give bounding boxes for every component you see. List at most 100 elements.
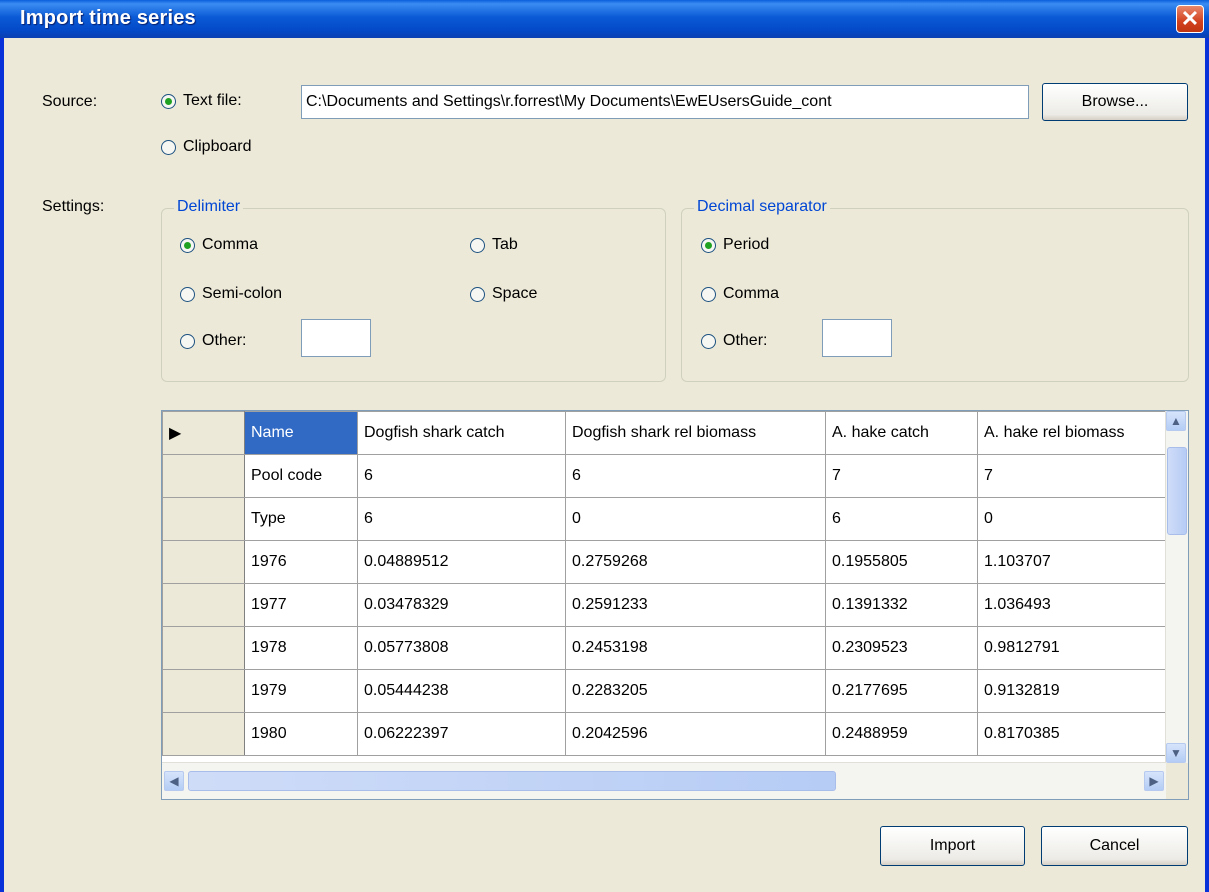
table-cell[interactable]: A. hake catch [825,411,978,455]
table-cell[interactable]: Dogfish shark catch [357,411,566,455]
delimiter-group-title: Delimiter [174,198,244,216]
table-cell[interactable]: 6 [357,454,566,498]
radio-selected-icon [161,93,176,109]
table-cell[interactable]: 1976 [244,540,358,584]
preview-grid[interactable]: ▶ Name Dogfish shark catch Dogfish shark… [161,410,1189,800]
decimal-other-radio[interactable]: Other: [701,332,767,350]
delimiter-space-radio[interactable]: Space [470,285,537,303]
title-bar[interactable]: Import time series ✕ [0,0,1209,38]
delimiter-option-label: Tab [492,236,518,253]
table-row: 1980 0.06222397 0.2042596 0.2488959 0.81… [162,712,1168,756]
table-cell[interactable]: A. hake rel biomass [977,411,1168,455]
file-path-field[interactable]: C:\Documents and Settings\r.forrest\My D… [301,85,1029,119]
table-cell[interactable]: 0.2488959 [825,712,978,756]
table-cell[interactable]: 0 [565,497,826,541]
decimal-option-label: Other: [723,332,768,349]
row-header[interactable] [162,669,245,713]
delimiter-option-label: Other: [202,332,247,349]
table-cell[interactable]: 0.05444238 [357,669,566,713]
table-row: 1979 0.05444238 0.2283205 0.2177695 0.91… [162,669,1168,713]
decimal-period-radio[interactable]: Period [701,236,769,254]
decimal-group-title: Decimal separator [694,198,830,216]
scroll-up-button[interactable]: ▲ [1166,411,1186,431]
table-cell[interactable]: 1.103707 [977,540,1168,584]
table-cell[interactable]: 0.2759268 [565,540,826,584]
vertical-scrollbar[interactable]: ▲ ▼ [1165,411,1188,763]
decimal-comma-radio[interactable]: Comma [701,285,779,303]
table-cell[interactable]: 1980 [244,712,358,756]
row-header[interactable] [162,540,245,584]
table-cell[interactable]: 0.2591233 [565,583,826,627]
table-cell[interactable]: 0.05773808 [357,626,566,670]
table-cell[interactable]: Type [244,497,358,541]
scrollbar-corner [1166,763,1188,799]
clipboard-radio[interactable]: Clipboard [161,138,251,156]
table-cell[interactable]: Pool code [244,454,358,498]
row-header[interactable] [162,454,245,498]
table-cell[interactable]: 6 [825,497,978,541]
table-cell[interactable]: 0.2177695 [825,669,978,713]
table-cell[interactable]: 0.2042596 [565,712,826,756]
import-button[interactable]: Import [880,826,1025,866]
table-cell[interactable]: 7 [825,454,978,498]
decimal-option-label: Comma [723,285,780,302]
table-cell[interactable]: 6 [357,497,566,541]
decimal-option-label: Period [723,236,770,253]
table-row: Pool code 6 6 7 7 [162,454,1168,498]
radio-unselected-icon [470,286,485,302]
table-cell[interactable]: 0.9132819 [977,669,1168,713]
delimiter-comma-radio[interactable]: Comma [180,236,258,254]
delimiter-other-radio[interactable]: Other: [180,332,246,350]
delimiter-other-input[interactable] [301,319,371,357]
row-header[interactable] [162,626,245,670]
table-cell[interactable]: 0.9812791 [977,626,1168,670]
row-header[interactable] [162,497,245,541]
cancel-button[interactable]: Cancel [1041,826,1188,866]
table-cell[interactable]: Dogfish shark rel biomass [565,411,826,455]
settings-label: Settings: [42,198,105,215]
table-row: 1978 0.05773808 0.2453198 0.2309523 0.98… [162,626,1168,670]
table-cell[interactable]: 0.03478329 [357,583,566,627]
table-cell[interactable]: 0.1955805 [825,540,978,584]
scroll-right-button[interactable]: ▶ [1144,771,1164,791]
preview-table: ▶ Name Dogfish shark catch Dogfish shark… [162,411,1168,756]
table-cell[interactable]: 0.2283205 [565,669,826,713]
table-cell[interactable]: 0.1391332 [825,583,978,627]
radio-unselected-icon [470,237,485,253]
close-button[interactable]: ✕ [1176,5,1204,33]
table-cell[interactable]: Name [244,411,358,455]
text-file-radio[interactable]: Text file: [161,92,242,110]
row-header[interactable] [162,712,245,756]
horizontal-scroll-thumb[interactable] [188,771,836,791]
table-cell[interactable]: 1.036493 [977,583,1168,627]
vertical-scroll-thumb[interactable] [1167,447,1187,535]
current-row-icon: ▶ [169,425,182,442]
table-cell[interactable]: 1978 [244,626,358,670]
table-cell[interactable]: 0.2309523 [825,626,978,670]
horizontal-scrollbar[interactable]: ◀ ▶ [162,762,1166,799]
row-header[interactable] [162,583,245,627]
table-cell[interactable]: 0.06222397 [357,712,566,756]
decimal-other-input[interactable] [822,319,892,357]
delimiter-option-label: Semi-colon [202,285,283,302]
window-title: Import time series [20,7,196,29]
table-cell[interactable]: 7 [977,454,1168,498]
delimiter-semicolon-radio[interactable]: Semi-colon [180,285,282,303]
radio-unselected-icon [701,333,716,349]
browse-button[interactable]: Browse... [1042,83,1188,121]
table-cell[interactable]: 6 [565,454,826,498]
table-cell[interactable]: 0.2453198 [565,626,826,670]
row-header-current[interactable]: ▶ [162,411,245,455]
radio-selected-icon [180,237,195,253]
radio-unselected-icon [180,333,195,349]
delimiter-tab-radio[interactable]: Tab [470,236,518,254]
table-cell[interactable]: 0.8170385 [977,712,1168,756]
table-cell[interactable]: 1979 [244,669,358,713]
radio-selected-icon [701,237,716,253]
table-cell[interactable]: 0 [977,497,1168,541]
radio-unselected-icon [161,139,176,155]
table-cell[interactable]: 1977 [244,583,358,627]
scroll-left-button[interactable]: ◀ [164,771,184,791]
table-cell[interactable]: 0.04889512 [357,540,566,584]
scroll-down-button[interactable]: ▼ [1166,743,1186,763]
